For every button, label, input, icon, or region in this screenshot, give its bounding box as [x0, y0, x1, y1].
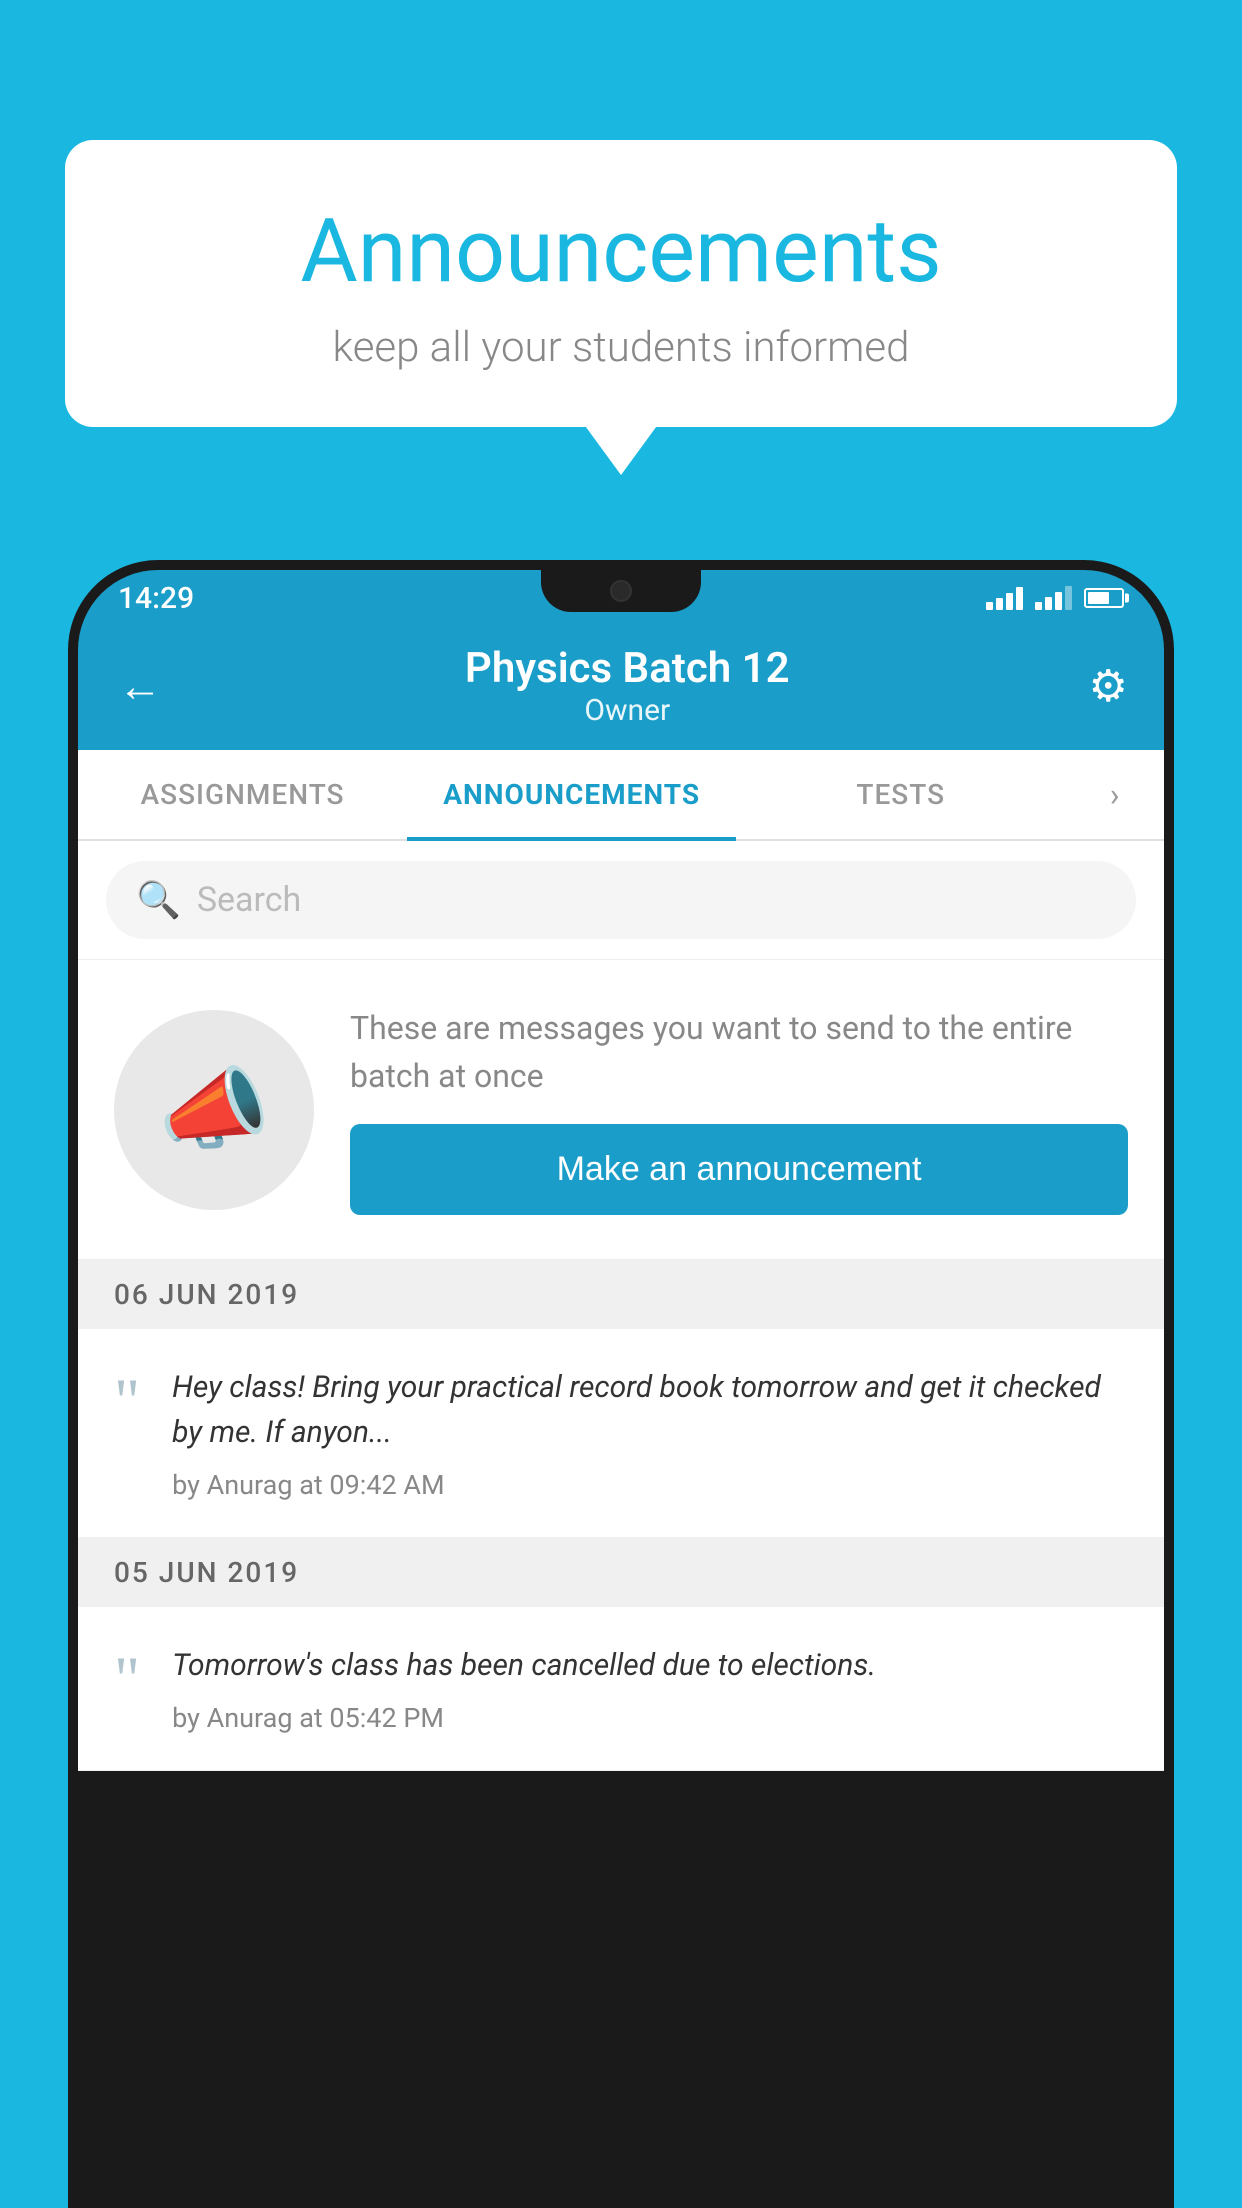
- date-header-2: 05 JUN 2019: [78, 1538, 1164, 1607]
- announcement-item-2: " Tomorrow's class has been cancelled du…: [78, 1607, 1164, 1771]
- tab-announcements[interactable]: ANNOUNCEMENTS: [407, 750, 736, 839]
- search-container: 🔍 Search: [78, 841, 1164, 960]
- battery-fill: [1088, 592, 1109, 604]
- announcement-text-2: Tomorrow's class has been cancelled due …: [172, 1643, 1128, 1688]
- search-placeholder: Search: [197, 880, 301, 920]
- phone-notch: [541, 570, 701, 612]
- wifi-icon: [986, 586, 1023, 610]
- settings-button[interactable]: ⚙: [1089, 660, 1128, 712]
- header-title-group: Physics Batch 12 Owner: [166, 644, 1089, 728]
- tab-tests[interactable]: TESTS: [736, 750, 1065, 839]
- announcement-icon-circle: 📣: [114, 1010, 314, 1210]
- announcement-content-1: Hey class! Bring your practical record b…: [172, 1365, 1128, 1501]
- tab-assignments[interactable]: ASSIGNMENTS: [78, 750, 407, 839]
- phone-frame: 14:29 ←: [68, 560, 1174, 2208]
- tab-more-icon[interactable]: ›: [1065, 750, 1164, 839]
- bubble-title: Announcements: [135, 200, 1107, 303]
- announcement-text-1: Hey class! Bring your practical record b…: [172, 1365, 1128, 1455]
- make-announcement-button[interactable]: Make an announcement: [350, 1124, 1128, 1215]
- tabs-container: ASSIGNMENTS ANNOUNCEMENTS TESTS ›: [78, 750, 1164, 841]
- app-header: ← Physics Batch 12 Owner ⚙: [78, 622, 1164, 750]
- header-subtitle: Owner: [166, 693, 1089, 728]
- camera: [610, 580, 632, 602]
- bubble-subtitle: keep all your students informed: [135, 323, 1107, 372]
- status-icons: [986, 586, 1124, 610]
- signal-icon: [1035, 586, 1072, 610]
- search-bar[interactable]: 🔍 Search: [106, 861, 1136, 939]
- phone-inner: 14:29 ←: [78, 570, 1164, 2208]
- announcement-meta-1: by Anurag at 09:42 AM: [172, 1469, 1128, 1501]
- date-header-1: 06 JUN 2019: [78, 1260, 1164, 1329]
- search-icon: 🔍: [136, 879, 181, 921]
- announcement-item-1: " Hey class! Bring your practical record…: [78, 1329, 1164, 1538]
- empty-state-description: These are messages you want to send to t…: [350, 1004, 1128, 1100]
- empty-state-section: 📣 These are messages you want to send to…: [78, 960, 1164, 1260]
- quote-icon-1: ": [114, 1369, 140, 1433]
- announcement-meta-2: by Anurag at 05:42 PM: [172, 1702, 1128, 1734]
- announcement-content-2: Tomorrow's class has been cancelled due …: [172, 1643, 1128, 1734]
- megaphone-icon: 📣: [158, 1057, 270, 1162]
- back-button[interactable]: ←: [114, 656, 166, 716]
- battery-icon: [1084, 588, 1124, 608]
- status-time: 14:29: [118, 581, 194, 616]
- speech-bubble-card: Announcements keep all your students inf…: [65, 140, 1177, 427]
- header-title: Physics Batch 12: [166, 644, 1089, 693]
- speech-bubble-section: Announcements keep all your students inf…: [65, 140, 1177, 427]
- quote-icon-2: ": [114, 1647, 140, 1711]
- empty-state-content: These are messages you want to send to t…: [350, 1004, 1128, 1215]
